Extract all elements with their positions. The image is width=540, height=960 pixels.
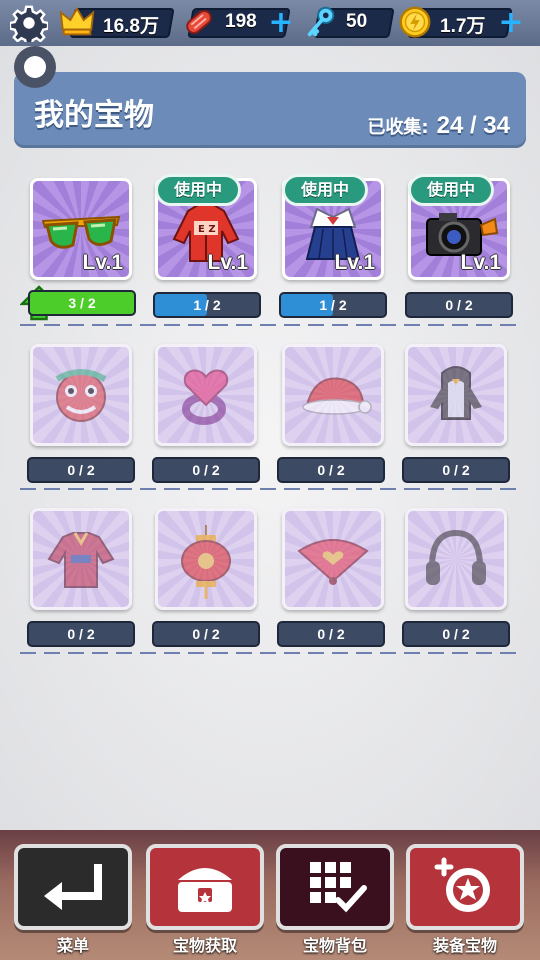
treasure-slot-red-lantern[interactable] <box>155 508 257 610</box>
settings-gear-icon[interactable] <box>10 4 48 42</box>
collected-value: 24 / 34 <box>436 112 510 139</box>
menu-button-label: 菜单 <box>56 936 89 955</box>
treasure-slot-heart-fan[interactable] <box>282 508 384 610</box>
progress-text: 0 / 2 <box>442 626 470 642</box>
svg-text:E Z: E Z <box>198 224 216 235</box>
row-divider <box>20 488 520 490</box>
progress-bar-headphones: 0 / 2 <box>402 621 510 647</box>
progress-bar-sunglasses: 3 / 2 <box>28 290 136 316</box>
progress-text: 0 / 2 <box>67 626 95 642</box>
progress-text: 0 / 2 <box>442 462 470 478</box>
chinese-robe-icon <box>47 532 115 588</box>
santa-hat-icon <box>302 377 372 415</box>
penguin-costume-icon <box>430 366 482 420</box>
progress-bar-heart-ring: 0 / 2 <box>152 457 260 483</box>
collected-counter: 已收集: 24 / 34 <box>367 112 510 140</box>
equip-treasure-button[interactable] <box>406 844 524 930</box>
item-level: Lv.1 <box>82 251 123 274</box>
progress-text: 0 / 2 <box>192 626 220 642</box>
crown-count: 16.8万 <box>103 16 159 37</box>
progress-bar-camera: 0 / 2 <box>405 292 513 318</box>
page-title: 我的宝物 <box>34 98 154 133</box>
row-divider <box>20 324 520 326</box>
red-lantern-icon <box>181 525 231 599</box>
equip-treasure-label: 装备宝物 <box>432 936 497 955</box>
item-level: Lv.1 <box>460 251 501 274</box>
progress-bar-santa-hat: 0 / 2 <box>277 457 385 483</box>
treasure-slot-santa-hat[interactable] <box>282 344 384 446</box>
heart-fan-icon <box>297 539 369 585</box>
close-button[interactable] <box>14 46 56 88</box>
treasure-slot-camera[interactable]: Lv.1 使用中 <box>408 174 510 280</box>
progress-bar-red-jacket: 1 / 2 <box>153 292 261 318</box>
treasure-acquire-button[interactable] <box>146 844 264 930</box>
progress-bar-lion-dance-head: 0 / 2 <box>27 457 135 483</box>
progress-text: 0 / 2 <box>192 462 220 478</box>
progress-text: 1 / 2 <box>193 297 221 313</box>
treasure-slot-sunglasses[interactable]: Lv.1 <box>30 178 132 280</box>
coin-count: 1.7万 <box>440 16 486 37</box>
add-coins-button[interactable]: + <box>496 8 526 38</box>
progress-text: 0 / 2 <box>317 626 345 642</box>
treasure-chest-icon <box>178 868 232 912</box>
progress-text: 1 / 2 <box>319 297 347 313</box>
headphones-icon <box>426 529 486 585</box>
in-use-badge: 使用中 <box>155 174 241 206</box>
ticket-count: 198 <box>225 11 257 32</box>
return-arrow-icon <box>44 864 102 910</box>
menu-button[interactable] <box>14 844 132 930</box>
in-use-badge: 使用中 <box>408 174 494 206</box>
progress-text: 0 / 2 <box>445 297 473 313</box>
progress-bar-school-uniform: 1 / 2 <box>279 292 387 318</box>
progress-text: 0 / 2 <box>67 462 95 478</box>
key-icon <box>307 6 335 37</box>
heart-ring-icon <box>182 369 229 425</box>
progress-bar-red-lantern: 0 / 2 <box>152 621 260 647</box>
progress-text: 0 / 2 <box>317 462 345 478</box>
treasure-slot-headphones[interactable] <box>405 508 507 610</box>
treasure-backpack-label: 宝物背包 <box>302 936 367 955</box>
progress-bar-chinese-robe: 0 / 2 <box>27 621 135 647</box>
row-divider <box>20 652 520 654</box>
treasure-slot-heart-ring[interactable] <box>155 344 257 446</box>
treasure-acquire-label: 宝物获取 <box>172 936 237 955</box>
treasure-backpack-button[interactable] <box>276 844 394 930</box>
crown-icon <box>59 6 95 36</box>
progress-bar-penguin-costume: 0 / 2 <box>402 457 510 483</box>
in-use-badge: 使用中 <box>282 174 368 206</box>
skateboard-ticket-icon <box>186 10 212 34</box>
progress-bar-heart-fan: 0 / 2 <box>277 621 385 647</box>
item-level: Lv.1 <box>334 251 375 274</box>
collected-label: 已收集: <box>367 117 429 138</box>
grid-check-icon <box>310 862 367 913</box>
key-count: 50 <box>346 11 368 32</box>
treasure-slot-red-jacket[interactable]: E Z Lv.1 使用中 <box>155 174 257 280</box>
treasure-slot-penguin-costume[interactable] <box>405 344 507 446</box>
lion-dance-head-icon <box>55 369 107 422</box>
equip-star-badge-icon <box>434 857 490 912</box>
treasure-slot-lion-dance-head[interactable] <box>30 344 132 446</box>
add-tickets-button[interactable]: + <box>266 8 296 38</box>
item-level: Lv.1 <box>207 251 248 274</box>
treasure-slot-chinese-robe[interactable] <box>30 508 132 610</box>
progress-text: 3 / 2 <box>68 295 96 311</box>
coin-icon <box>399 6 431 38</box>
treasure-slot-school-uniform[interactable]: Lv.1 使用中 <box>282 174 384 280</box>
